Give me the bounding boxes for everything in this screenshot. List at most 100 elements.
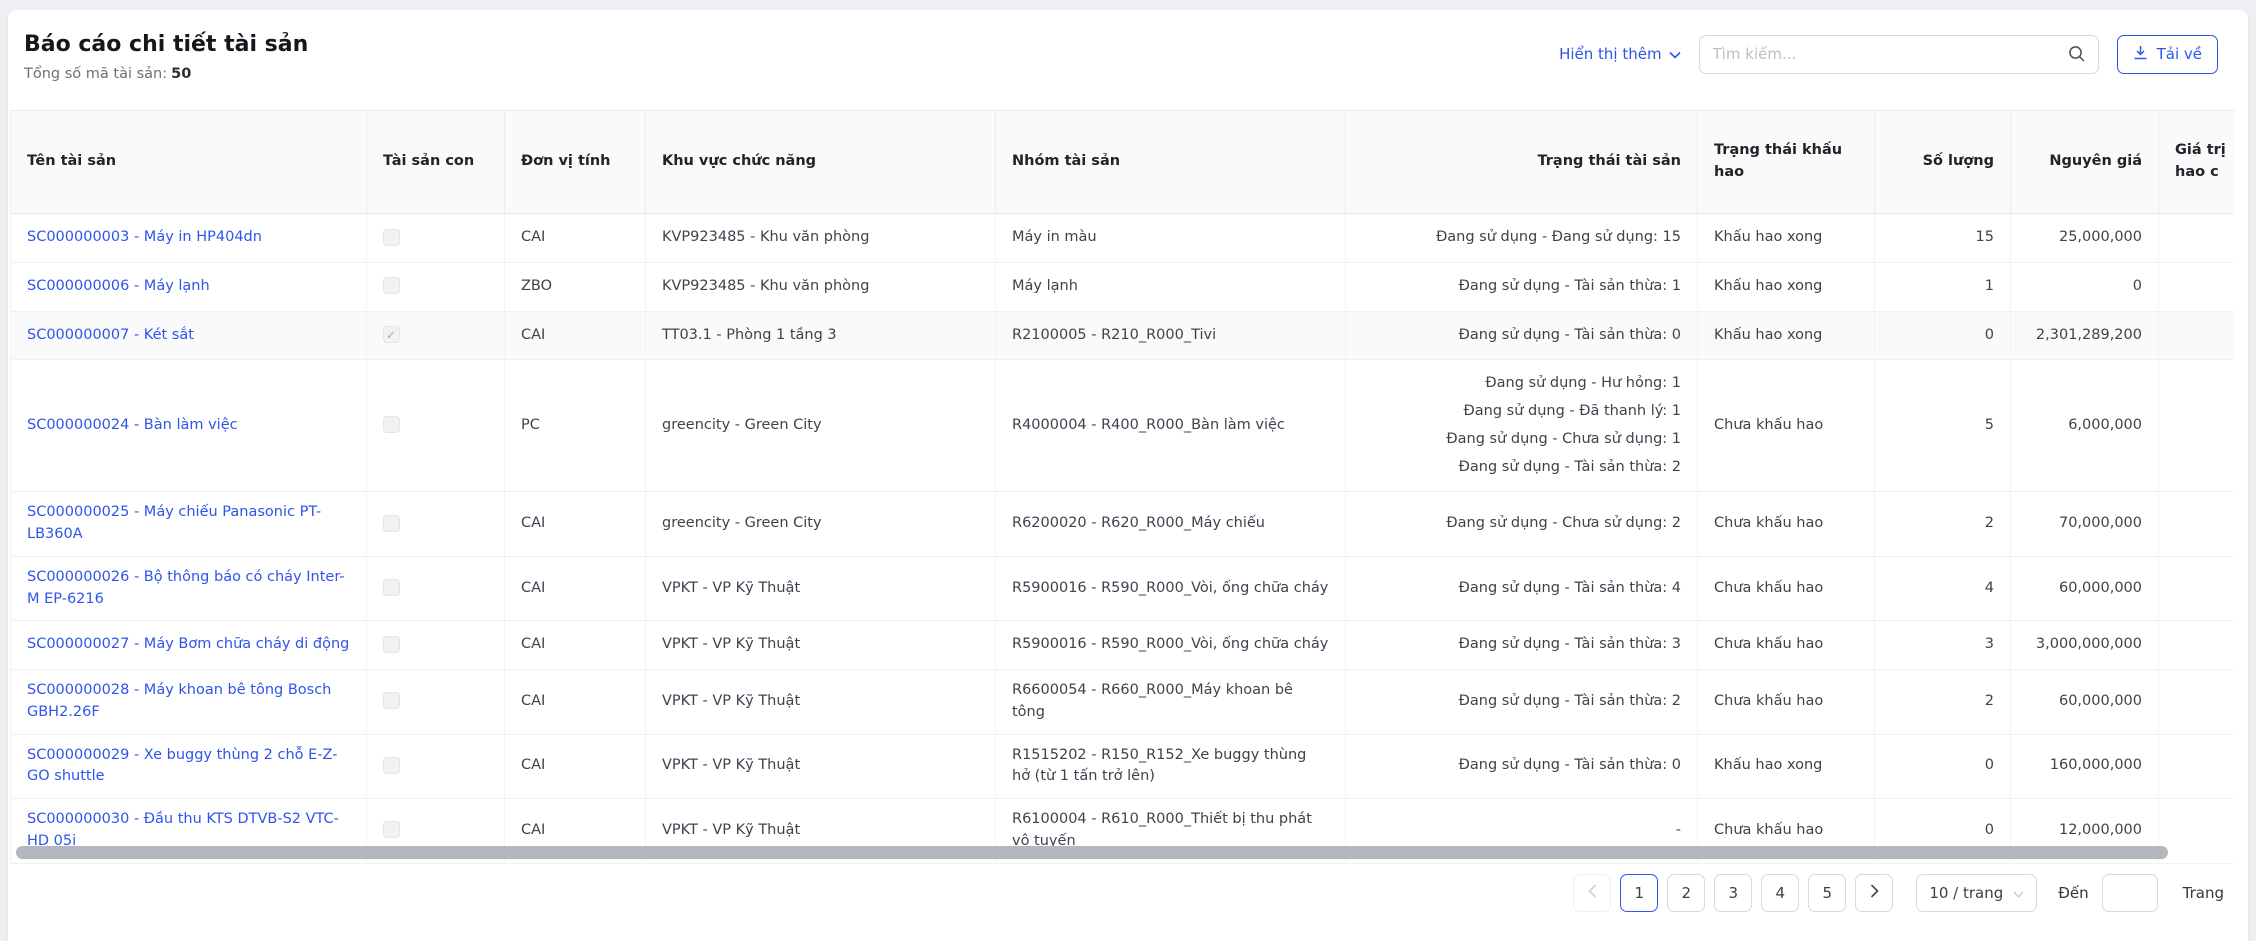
cell-unit: CAI bbox=[505, 557, 646, 622]
child-asset-checkbox[interactable] bbox=[383, 229, 400, 246]
horizontal-scrollbar-track[interactable] bbox=[10, 846, 2234, 859]
cell-unit: CAI bbox=[505, 621, 646, 670]
cell-status: Đang sử dụng - Tài sản thừa: 1 bbox=[1346, 263, 1698, 312]
cell-status: Đang sử dụng - Chưa sử dụng: 2 bbox=[1346, 492, 1698, 557]
child-asset-checkbox[interactable] bbox=[383, 579, 400, 596]
child-asset-checkbox[interactable] bbox=[383, 636, 400, 653]
cell-depreciation: Chưa khấu hao bbox=[1698, 557, 1875, 622]
child-asset-checkbox[interactable] bbox=[383, 692, 400, 709]
cell-remaining bbox=[2159, 360, 2234, 492]
page-button-1[interactable]: 1 bbox=[1620, 874, 1658, 912]
chevron-right-icon bbox=[1870, 884, 1879, 902]
cell-area: greencity - Green City bbox=[646, 492, 996, 557]
search-box bbox=[1699, 35, 2099, 74]
asset-link[interactable]: SC000000028 - Máy khoan bê tông Bosch GB… bbox=[27, 682, 331, 720]
table-row: SC000000028 - Máy khoan bê tông Bosch GB… bbox=[10, 670, 2234, 735]
pagination-pages: 12345 bbox=[1620, 874, 1846, 912]
cell-unit: CAI bbox=[505, 214, 646, 263]
search-icon[interactable] bbox=[2068, 45, 2086, 67]
asset-link[interactable]: SC000000024 - Bàn làm việc bbox=[27, 417, 238, 433]
page-button-3[interactable]: 3 bbox=[1714, 874, 1752, 912]
child-asset-checkbox[interactable] bbox=[383, 326, 400, 343]
cell-cost: 70,000,000 bbox=[2011, 492, 2159, 557]
asset-link[interactable]: SC000000029 - Xe buggy thùng 2 chỗ E-Z-G… bbox=[27, 747, 337, 785]
status-line: Đang sử dụng - Tài sản thừa: 2 bbox=[1362, 454, 1681, 482]
page-size-value: 10 / trang bbox=[1929, 884, 2003, 902]
cell-qty: 2 bbox=[1875, 670, 2011, 735]
cell-remaining bbox=[2159, 735, 2234, 800]
cell-name: SC000000024 - Bàn làm việc bbox=[10, 360, 367, 492]
cell-name: SC000000026 - Bộ thông báo có cháy Inter… bbox=[10, 557, 367, 622]
assets-table-wrap: Tên tài sảnTài sản conĐơn vị tínhKhu vực… bbox=[10, 110, 2234, 864]
download-button[interactable]: Tải về bbox=[2117, 35, 2218, 74]
page-button-4[interactable]: 4 bbox=[1761, 874, 1799, 912]
page-button-5[interactable]: 5 bbox=[1808, 874, 1846, 912]
cell-area: KVP923485 - Khu văn phòng bbox=[646, 263, 996, 312]
download-icon bbox=[2133, 45, 2148, 64]
cell-name: SC000000007 - Két sắt bbox=[10, 312, 367, 361]
column-header-unit: Đơn vị tính bbox=[505, 110, 646, 214]
asset-link[interactable]: SC000000025 - Máy chiếu Panasonic PT-LB3… bbox=[27, 504, 321, 542]
cell-cost: 3,000,000,000 bbox=[2011, 621, 2159, 670]
column-header-child: Tài sản con bbox=[367, 110, 505, 214]
page-title: Báo cáo chi tiết tài sản bbox=[24, 32, 308, 57]
asset-link[interactable]: SC000000030 - Đầu thu KTS DTVB-S2 VTC-HD… bbox=[27, 811, 339, 849]
cell-group: R1515202 - R150_R152_Xe buggy thùng hở (… bbox=[996, 735, 1346, 800]
cell-child bbox=[367, 621, 505, 670]
search-input[interactable] bbox=[1699, 35, 2099, 74]
cell-child bbox=[367, 214, 505, 263]
table-row: SC000000007 - Két sắtCAITT03.1 - Phòng 1… bbox=[10, 312, 2234, 361]
cell-remaining bbox=[2159, 312, 2234, 361]
cell-cost: 2,301,289,200 bbox=[2011, 312, 2159, 361]
cell-qty: 4 bbox=[1875, 557, 2011, 622]
previous-page-button[interactable] bbox=[1573, 874, 1611, 912]
jump-to-page-input[interactable] bbox=[2102, 874, 2158, 912]
asset-link[interactable]: SC000000007 - Két sắt bbox=[27, 327, 194, 343]
cell-group: R6200020 - R620_R000_Máy chiếu bbox=[996, 492, 1346, 557]
next-page-button[interactable] bbox=[1855, 874, 1893, 912]
child-asset-checkbox[interactable] bbox=[383, 515, 400, 532]
cell-qty: 5 bbox=[1875, 360, 2011, 492]
cell-qty: 0 bbox=[1875, 312, 2011, 361]
cell-child bbox=[367, 492, 505, 557]
child-asset-checkbox[interactable] bbox=[383, 757, 400, 774]
asset-link[interactable]: SC000000026 - Bộ thông báo có cháy Inter… bbox=[27, 569, 345, 607]
page-button-2[interactable]: 2 bbox=[1667, 874, 1705, 912]
cell-child bbox=[367, 263, 505, 312]
show-more-dropdown[interactable]: Hiển thị thêm bbox=[1559, 45, 1681, 63]
asset-link[interactable]: SC000000006 - Máy lạnh bbox=[27, 278, 210, 294]
horizontal-scrollbar-thumb[interactable] bbox=[16, 846, 2168, 859]
cell-status: Đang sử dụng - Tài sản thừa: 0 bbox=[1346, 735, 1698, 800]
table-row: SC000000003 - Máy in HP404dnCAIKVP923485… bbox=[10, 214, 2234, 263]
asset-link[interactable]: SC000000003 - Máy in HP404dn bbox=[27, 229, 262, 245]
total-assets-value: 50 bbox=[171, 66, 191, 82]
chevron-down-icon bbox=[1669, 45, 1681, 63]
cell-area: greencity - Green City bbox=[646, 360, 996, 492]
cell-unit: PC bbox=[505, 360, 646, 492]
cell-group: R5900016 - R590_R000_Vòi, ống chữa cháy bbox=[996, 557, 1346, 622]
status-line: Đang sử dụng - Chưa sử dụng: 1 bbox=[1362, 426, 1681, 454]
table-row: SC000000024 - Bàn làm việc PCgreencity - … bbox=[10, 360, 2234, 492]
cell-depreciation: Chưa khấu hao bbox=[1698, 621, 1875, 670]
cell-unit: CAI bbox=[505, 312, 646, 361]
column-header-depreciation: Trạng thái khấu hao bbox=[1698, 110, 1875, 214]
cell-child bbox=[367, 735, 505, 800]
asset-link[interactable]: SC000000027 - Máy Bơm chữa cháy di động bbox=[27, 636, 349, 652]
report-card: Báo cáo chi tiết tài sản Tổng số mã tài … bbox=[8, 10, 2248, 941]
child-asset-checkbox[interactable] bbox=[383, 416, 400, 433]
cell-depreciation: Chưa khấu hao bbox=[1698, 492, 1875, 557]
cell-unit: CAI bbox=[505, 492, 646, 557]
jump-to-label: Đến bbox=[2058, 884, 2088, 902]
column-header-qty: Số lượng bbox=[1875, 110, 2011, 214]
cell-name: SC000000025 - Máy chiếu Panasonic PT-LB3… bbox=[10, 492, 367, 557]
assets-table: Tên tài sảnTài sản conĐơn vị tínhKhu vực… bbox=[10, 110, 2234, 864]
cell-name: SC000000028 - Máy khoan bê tông Bosch GB… bbox=[10, 670, 367, 735]
child-asset-checkbox[interactable] bbox=[383, 277, 400, 294]
cell-cost: 25,000,000 bbox=[2011, 214, 2159, 263]
child-asset-checkbox[interactable] bbox=[383, 821, 400, 838]
cell-child bbox=[367, 312, 505, 361]
status-line: - bbox=[1362, 817, 1681, 845]
cell-status: Đang sử dụng - Tài sản thừa: 3 bbox=[1346, 621, 1698, 670]
column-header-name: Tên tài sản bbox=[10, 110, 367, 214]
page-size-select[interactable]: 10 / trang bbox=[1916, 874, 2037, 912]
